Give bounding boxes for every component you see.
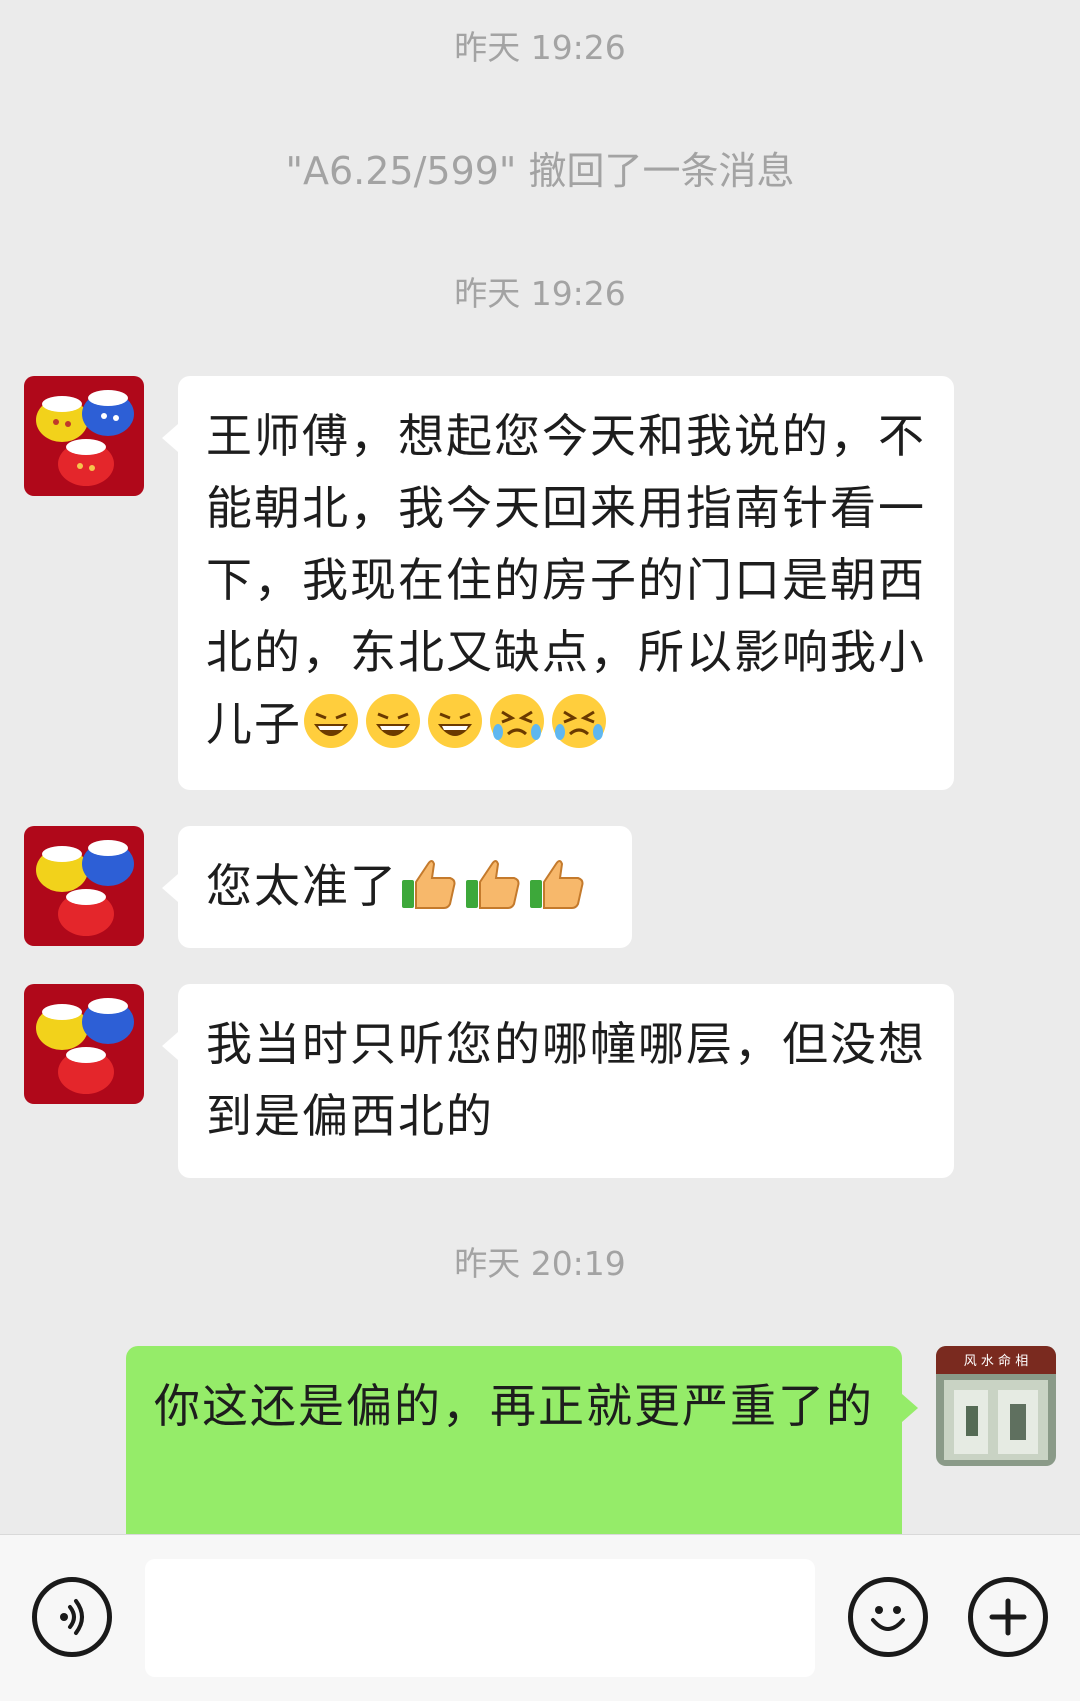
contact-avatar[interactable]	[24, 984, 144, 1104]
timestamp: 昨天 19:26	[454, 274, 626, 313]
message-text: 我当时只听您的哪幢哪层，但没想到是偏西北的	[206, 1017, 926, 1143]
emoji-group	[398, 854, 586, 912]
more-button[interactable]	[968, 1577, 1048, 1657]
grin-sweat-emoji	[304, 694, 358, 748]
contact-avatar[interactable]	[24, 826, 144, 946]
message-bubble-incoming[interactable]: 王师傅，想起您今天和我说的，不能朝北，我今天回来用指南针看一下，我现在住的房子的…	[162, 376, 954, 790]
input-bar	[0, 1534, 1080, 1701]
thumbs-up-emoji	[402, 860, 456, 909]
recall-notice: "A6.25/599" 撤回了一条消息	[285, 149, 795, 193]
message-input[interactable]	[145, 1559, 815, 1677]
crying-emoji	[490, 694, 544, 748]
voice-icon	[60, 1599, 84, 1635]
thumbs-up-emoji	[466, 860, 520, 909]
smiley-icon	[871, 1606, 905, 1631]
grin-sweat-emoji	[428, 694, 482, 748]
message-text: 您太准了	[206, 859, 398, 913]
my-avatar[interactable]: 风 水 命 相	[936, 1346, 1056, 1466]
timestamp: 昨天 19:26	[454, 28, 626, 67]
contact-avatar[interactable]	[24, 376, 144, 496]
message-bubble-outgoing[interactable]: 你这还是偏的，再正就更严重了的	[126, 1346, 918, 1534]
voice-button[interactable]	[32, 1577, 112, 1657]
crying-emoji	[552, 694, 606, 748]
grin-sweat-emoji	[366, 694, 420, 748]
message-bubble-incoming[interactable]: 我当时只听您的哪幢哪层，但没想到是偏西北的	[162, 984, 954, 1178]
emoji-button[interactable]	[848, 1577, 928, 1657]
emoji-group	[302, 692, 608, 750]
chat-history[interactable]: 昨天 19:26 "A6.25/599" 撤回了一条消息 昨天 19:26 王师…	[0, 0, 1080, 1534]
message-bubble-incoming[interactable]: 您太准了	[162, 826, 632, 948]
timestamp: 昨天 20:19	[454, 1244, 626, 1283]
shop-sign-text: 风 水 命 相	[964, 1353, 1028, 1369]
plus-icon	[989, 1598, 1027, 1636]
message-text: 你这还是偏的，再正就更严重了的	[154, 1379, 874, 1433]
thumbs-up-emoji	[530, 860, 584, 909]
